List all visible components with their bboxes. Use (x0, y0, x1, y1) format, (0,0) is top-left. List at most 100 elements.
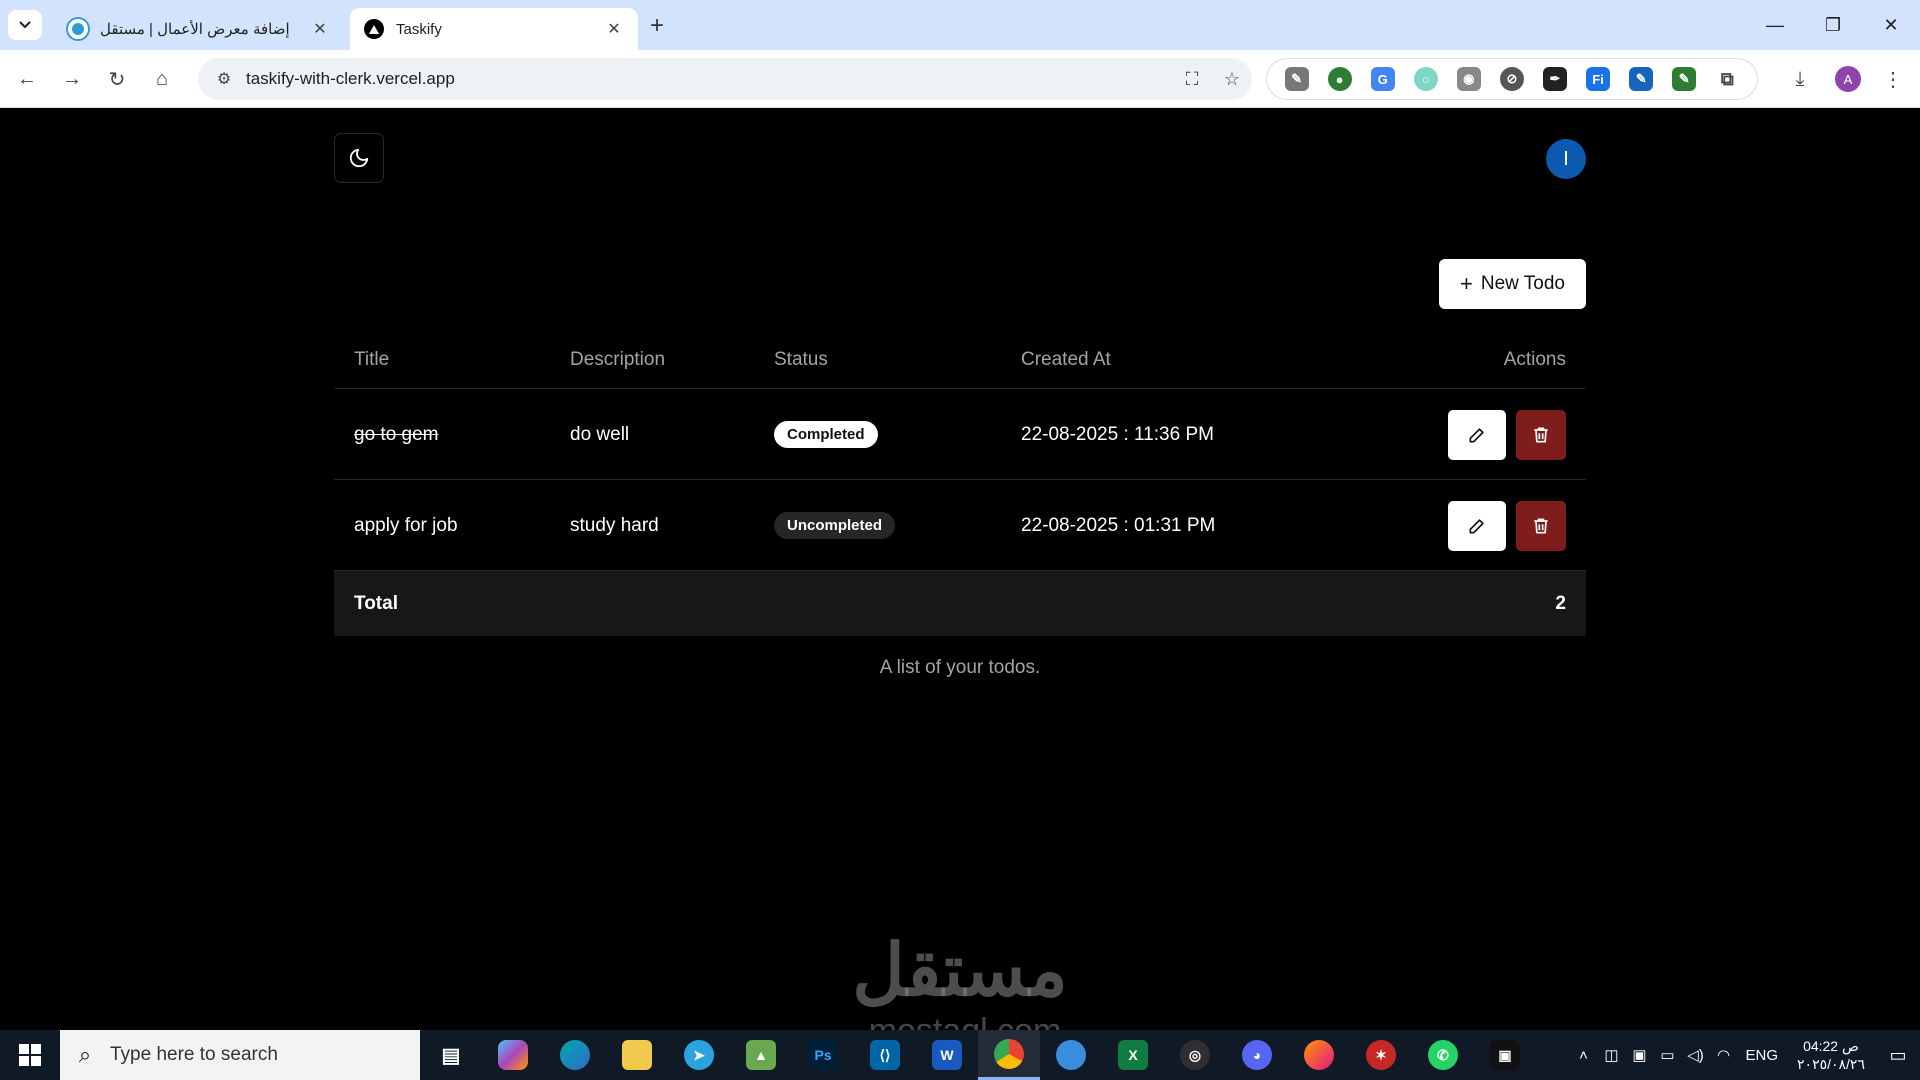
browser-tab-bar: إضافة معرض الأعمال | مستقل ✕ Taskify ✕ +… (0, 0, 1920, 50)
todos-table: Title Description Status Created At Acti… (334, 334, 1586, 636)
table-footer: Total 2 (334, 571, 1586, 636)
discord-icon[interactable]: ◕ (1226, 1030, 1288, 1080)
todo-description: do well (570, 423, 630, 445)
browser-profile-avatar[interactable]: A (1835, 66, 1861, 92)
edge-icon[interactable] (544, 1030, 606, 1080)
header-description: Description (570, 349, 666, 370)
language-indicator[interactable]: ENG (1745, 1047, 1778, 1064)
camera-tray-icon[interactable]: ◫ (1597, 1046, 1625, 1064)
close-tab-icon[interactable]: ✕ (310, 19, 330, 39)
word-icon[interactable]: W (916, 1030, 978, 1080)
edit-button[interactable] (1448, 501, 1506, 551)
extensions-area: ✎ ● G ○ ◉ ⊘ ✒ Fi ✎ ✎ ⧉ (1266, 58, 1758, 100)
delete-button[interactable] (1516, 501, 1566, 551)
reload-icon[interactable]: ↻ (102, 64, 132, 94)
moon-icon (349, 148, 369, 168)
back-icon[interactable]: ← (12, 64, 42, 94)
user-avatar[interactable]: I (1546, 139, 1586, 179)
globe-extension-icon[interactable]: ● (1327, 67, 1352, 91)
url-text[interactable]: taskify-with-clerk.vercel.app (246, 69, 1172, 89)
tab-search-button[interactable] (8, 10, 42, 40)
download-icon[interactable]: ⤓ (1785, 64, 1815, 94)
address-bar[interactable]: ⚙ taskify-with-clerk.vercel.app ⛶ ☆ (198, 58, 1252, 100)
mostaql-favicon-icon (68, 19, 88, 39)
minimize-icon[interactable]: — (1746, 0, 1804, 50)
tab-title: إضافة معرض الأعمال | مستقل (100, 21, 290, 38)
wifi-icon[interactable]: ◠ (1709, 1046, 1737, 1064)
close-window-icon[interactable]: ✕ (1862, 0, 1920, 50)
watermark-logo: مستقل (852, 931, 1068, 1011)
row-actions (1448, 501, 1566, 551)
menu-dots-icon[interactable]: ⋮ (1878, 64, 1908, 94)
tab-mostaql[interactable]: إضافة معرض الأعمال | مستقل ✕ (54, 8, 344, 50)
todo-description: study hard (570, 514, 659, 536)
puzzle-icon[interactable]: ⧉ (1715, 67, 1740, 91)
lightbulb-app-icon[interactable] (1040, 1030, 1102, 1080)
chevron-up-icon[interactable]: ˄ (1569, 1047, 1597, 1064)
obs-icon[interactable]: ◎ (1164, 1030, 1226, 1080)
header-actions: Actions (1503, 349, 1566, 370)
security-tray-icon[interactable]: ▣ (1625, 1046, 1653, 1064)
trash-icon (1534, 427, 1548, 443)
forward-icon[interactable]: → (57, 64, 87, 94)
translate-icon[interactable]: ⛶ (1172, 69, 1212, 90)
todo-title: apply for job (354, 514, 458, 536)
taskbar-apps: ▤ ➤ ▲ Ps ⟨⟩ W X ◎ ◕ ✶ ✆ ▣ (420, 1030, 1536, 1080)
clock-time: 04:22 ص (1803, 1038, 1859, 1054)
feather-extension-icon[interactable]: ✎ (1284, 67, 1309, 91)
whatsapp-icon[interactable]: ✆ (1412, 1030, 1474, 1080)
new-tab-icon[interactable]: + (650, 12, 664, 40)
plus-icon: + (1459, 271, 1473, 296)
photo-app-icon[interactable]: ▲ (730, 1030, 792, 1080)
pencil-extension-icon[interactable]: ✎ (1629, 67, 1654, 91)
pen-extension-icon[interactable]: ✒ (1543, 67, 1567, 91)
browser-toolbar: ← → ↻ ⌂ ⚙ taskify-with-clerk.vercel.app … (0, 50, 1920, 108)
windows-start-button[interactable] (0, 1030, 60, 1080)
security-app-icon[interactable]: ✶ (1350, 1030, 1412, 1080)
pencil-icon (1469, 519, 1484, 534)
clock[interactable]: 04:22 ص ٢٠٢٥/٠٨/٢٦ (1786, 1037, 1876, 1073)
taskbar-search[interactable]: ⌕ Type here to search (60, 1030, 420, 1080)
google-translate-icon[interactable]: G (1370, 67, 1395, 91)
excel-icon[interactable]: X (1102, 1030, 1164, 1080)
delete-button[interactable] (1516, 410, 1566, 460)
table-header: Title Description Status Created At Acti… (334, 334, 1586, 389)
trash-icon (1534, 518, 1548, 534)
todo-title: go to gem (354, 423, 439, 445)
restore-icon[interactable]: ❐ (1804, 0, 1862, 50)
table-row: apply for job study hard Uncompleted 22-… (334, 480, 1586, 571)
task-view-icon[interactable]: ▤ (420, 1030, 482, 1080)
vscode-icon[interactable]: ⟨⟩ (854, 1030, 916, 1080)
home-icon[interactable]: ⌂ (147, 64, 177, 94)
total-label: Total (354, 592, 398, 614)
site-info-icon[interactable]: ⚙ (206, 69, 242, 89)
copilot-icon[interactable] (482, 1030, 544, 1080)
firefox-icon[interactable] (1288, 1030, 1350, 1080)
bookmark-star-icon[interactable]: ☆ (1212, 69, 1252, 90)
package-app-icon[interactable]: ▣ (1474, 1030, 1536, 1080)
circle-extension-icon[interactable]: ○ (1413, 67, 1438, 91)
photoshop-icon[interactable]: Ps (792, 1030, 854, 1080)
window-controls: — ❐ ✕ (1746, 0, 1920, 50)
marker-extension-icon[interactable]: ✎ (1672, 67, 1697, 91)
edit-button[interactable] (1448, 410, 1506, 460)
theme-toggle-button[interactable] (334, 133, 384, 183)
volume-icon[interactable]: ◁) (1681, 1046, 1709, 1064)
block-extension-icon[interactable]: ⊘ (1499, 67, 1524, 91)
tab-title: Taskify (396, 20, 442, 38)
battery-icon[interactable]: ▭ (1653, 1046, 1681, 1064)
table-caption: A list of your todos. (879, 657, 1041, 678)
notifications-icon[interactable]: ▭ (1876, 1045, 1920, 1066)
vercel-favicon-icon (364, 19, 384, 39)
system-tray: ˄ ◫ ▣ ▭ ◁) ◠ ENG 04:22 ص ٢٠٢٥/٠٨/٢٦ ▭ (1569, 1030, 1920, 1080)
todo-created-at: 22-08-2025 : 01:31 PM (1021, 514, 1216, 536)
close-tab-icon[interactable]: ✕ (604, 19, 624, 39)
new-todo-button[interactable]: + New Todo (1439, 259, 1586, 309)
fi-extension-icon[interactable]: Fi (1586, 67, 1611, 91)
telegram-icon[interactable]: ➤ (668, 1030, 730, 1080)
tab-taskify[interactable]: Taskify ✕ (350, 8, 638, 50)
status-badge: Uncompleted (774, 512, 896, 539)
camera-icon[interactable]: ◉ (1456, 67, 1481, 91)
file-explorer-icon[interactable] (606, 1030, 668, 1080)
chrome-icon[interactable] (978, 1030, 1040, 1080)
